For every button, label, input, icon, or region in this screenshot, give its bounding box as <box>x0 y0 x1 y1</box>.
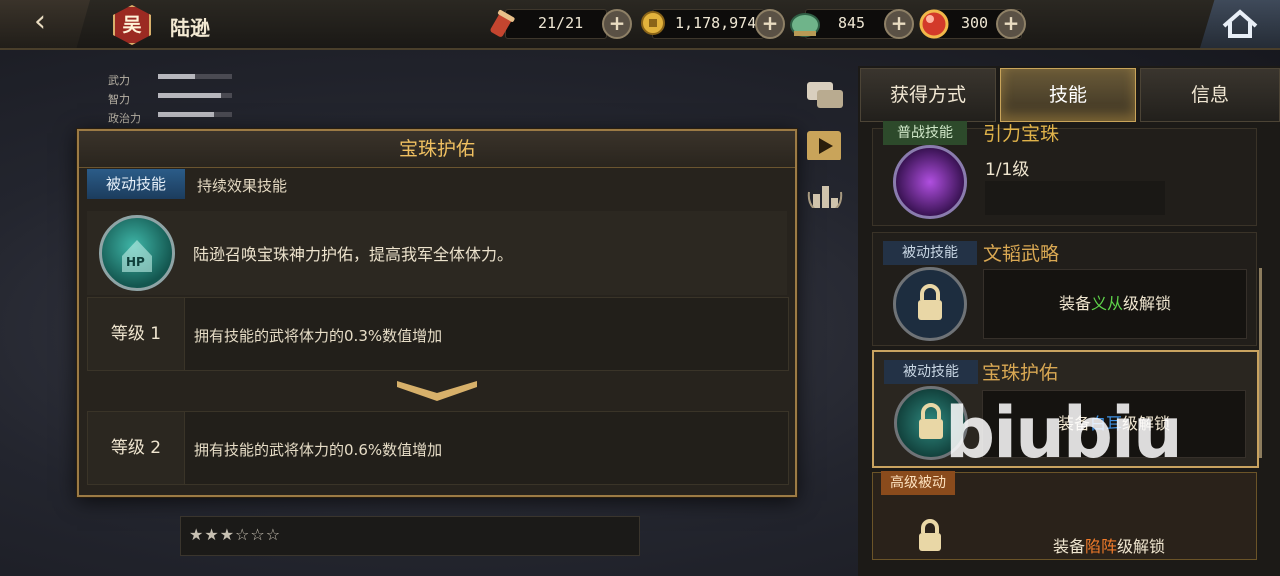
tab-obtain[interactable]: 获得方式 <box>860 68 996 122</box>
stat-row: 智力 <box>108 88 232 107</box>
stat-bar <box>158 93 232 98</box>
skill-description: 陆逊召唤宝珠神力护佑，提高我军全体体力。 <box>193 245 514 264</box>
stat-bar <box>158 112 232 117</box>
chevron-down-icon <box>397 381 477 401</box>
skill-tag: 高级被动 <box>881 471 955 495</box>
star-rating-bar: ★★★☆☆☆ <box>180 516 640 556</box>
star-rating: ★★★☆☆☆ <box>189 525 282 544</box>
skill-name: 文韬武略 <box>983 243 1060 265</box>
unlock-suffix: 级解锁 <box>1123 294 1172 313</box>
unlock-rank: 陷阵 <box>1085 537 1118 556</box>
gems-value: 300 <box>961 14 989 32</box>
level-effect: 拥有技能的武将体力的0.6%数值增加 <box>194 441 443 459</box>
skill-tag: 被动技能 <box>884 360 978 384</box>
lock-icon <box>893 267 967 341</box>
watermark: biubiu <box>945 392 1183 474</box>
stat-label: 武力 <box>108 74 130 87</box>
skill-card[interactable]: 普战技能 引力宝珠 1/1级 <box>872 121 1257 226</box>
skills-scrollbar[interactable] <box>1259 268 1262 458</box>
skill-tag: 普战技能 <box>883 121 967 145</box>
stat-label: 智力 <box>108 93 130 106</box>
stat-row: 政治力 <box>108 107 232 126</box>
stat-row: 武力 <box>108 69 232 88</box>
level-label: 等级 2 <box>88 412 185 484</box>
gravity-orb-icon <box>893 145 967 219</box>
level-label: 等级 1 <box>88 298 185 370</box>
unlock-rank: 义从 <box>1090 294 1123 313</box>
jade-helmet-icon <box>790 13 820 37</box>
gem-icon <box>919 9 949 39</box>
skill-level: 1/1级 <box>985 160 1030 180</box>
skill-detail-box <box>985 181 1165 215</box>
stat-bar <box>158 74 232 79</box>
back-icon: ‹ <box>34 4 46 39</box>
hp-buff-icon: HP <box>99 215 175 291</box>
jade-value: 845 <box>838 14 866 32</box>
skill-card[interactable]: 高级被动 装备陷阵级解锁 <box>872 471 1257 560</box>
skill-name: 引力宝珠 <box>983 123 1060 145</box>
level-row: 等级 2 拥有技能的武将体力的0.6%数值增加 <box>87 411 789 485</box>
unlock-prefix: 装备 <box>1053 537 1086 556</box>
skill-name: 宝珠护佑 <box>982 362 1059 384</box>
stats-panel: 武力 智力 政治力 <box>108 69 232 126</box>
level-effect: 拥有技能的武将体力的0.3%数值增加 <box>194 327 443 345</box>
popup-title: 宝珠护佑 <box>79 131 795 168</box>
scroll-icon <box>490 9 515 37</box>
chat-icon[interactable] <box>805 80 843 110</box>
skill-subtype: 持续效果技能 <box>197 177 288 195</box>
unlock-suffix: 级解锁 <box>1117 537 1166 556</box>
coins-value: 1,178,974 <box>675 14 757 32</box>
skill-tag: 被动技能 <box>883 241 977 265</box>
add-stamina-button[interactable]: + <box>602 9 632 39</box>
unlock-requirement: 装备义从级解锁 <box>983 269 1247 339</box>
play-video-icon[interactable] <box>805 130 843 160</box>
hp-icon-text: HP <box>126 255 145 269</box>
coin-icon <box>641 11 665 35</box>
unlock-prefix: 装备 <box>1058 294 1091 313</box>
skill-type-tag: 被动技能 <box>87 169 185 199</box>
back-button[interactable]: ‹ <box>0 0 90 48</box>
add-gems-button[interactable]: + <box>996 9 1026 39</box>
ranking-icon[interactable] <box>805 178 843 208</box>
tab-info[interactable]: 信息 <box>1140 68 1280 122</box>
skill-card[interactable]: 被动技能 文韬武略 装备义从级解锁 <box>872 232 1257 346</box>
stamina-value: 21/21 <box>538 14 584 32</box>
unlock-requirement: 装备陷阵级解锁 <box>1053 533 1165 557</box>
level-row: 等级 1 拥有技能的武将体力的0.3%数值增加 <box>87 297 789 371</box>
hero-name: 陆逊 <box>170 16 210 40</box>
add-jade-button[interactable]: + <box>884 9 914 39</box>
coins-resource: 1,178,974 <box>652 9 764 39</box>
skill-detail-popup: 宝珠护佑 被动技能 持续效果技能 HP 陆逊召唤宝珠神力护佑，提高我军全体体力。… <box>77 129 797 497</box>
stat-label: 政治力 <box>108 112 141 125</box>
tab-skills[interactable]: 技能 <box>1000 68 1136 122</box>
stamina-resource: 21/21 <box>505 9 607 39</box>
skill-description-row: HP 陆逊召唤宝珠神力护佑，提高我军全体体力。 <box>87 211 787 295</box>
lock-icon <box>919 519 941 551</box>
add-coins-button[interactable]: + <box>755 9 785 39</box>
